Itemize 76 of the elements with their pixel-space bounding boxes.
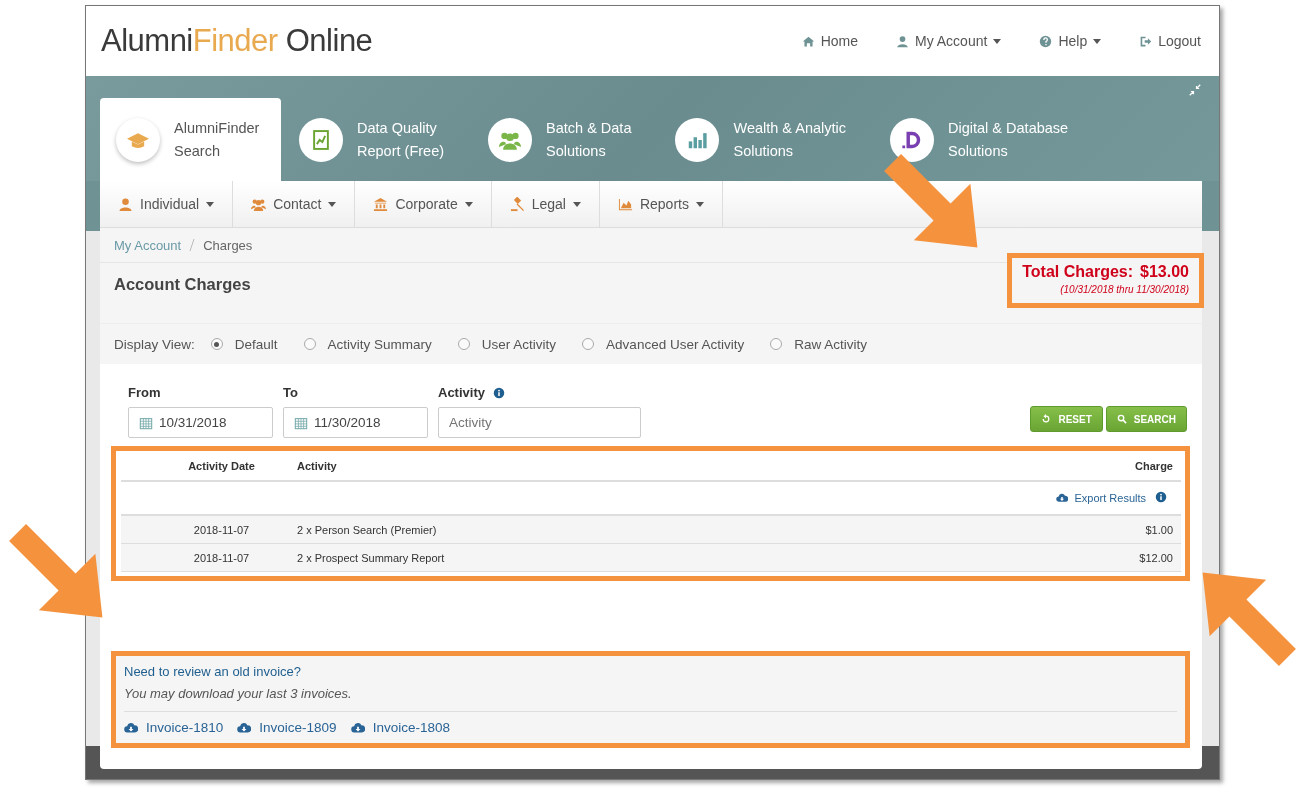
cloud-download-icon [237,720,252,735]
invoice-link[interactable]: Invoice-1810 [124,720,224,735]
radio-label[interactable]: Raw Activity [794,336,867,352]
date-range: (10/31/2018 thru 11/30/2018) [1060,284,1189,295]
reset-icon [1041,414,1052,424]
table-cell-text: 2 x Prospect Summary Report [297,551,446,564]
product-tab[interactable]: AlumniFinder Search [100,98,281,181]
cloud-download-icon [350,720,365,735]
caret-icon [572,201,581,207]
help-icon [1039,34,1053,48]
calendar-icon [139,415,153,430]
area-chart-icon [617,196,633,212]
table-cell-text: 2018-11-07 [192,523,251,536]
field-label: Activity [438,385,485,400]
caret-icon [464,201,473,207]
logo[interactable]: AlumniFinder Online [101,23,373,59]
table-cell-text: $1.00 [1144,523,1174,536]
table-cell-text: 2018-11-07 [192,551,251,564]
nav-link[interactable]: My Account [896,33,1002,49]
radio-button[interactable] [303,338,316,350]
invoice-link[interactable]: Invoice-1808 [350,720,450,735]
invoice-note: You may download your last 3 invoices. [124,686,1177,712]
product-tab[interactable]: Wealth & Analytic Solutions [659,98,873,181]
nav-link[interactable]: Logout [1139,33,1201,49]
radio-label[interactable]: Advanced User Activity [606,336,745,352]
nav-link[interactable]: Home [801,33,858,49]
total-label: Total Charges: [1022,263,1134,281]
calendar-icon [294,415,308,430]
column-header: Activity [297,460,338,472]
date-field[interactable]: 11/30/2018 [283,407,428,438]
menu-tab[interactable]: Reports [599,181,723,227]
export-link[interactable]: Export Results [1056,492,1146,504]
cloud-download-icon [124,720,138,735]
radio-label[interactable]: Default [234,336,278,352]
nav-link[interactable]: Help [1039,33,1102,49]
user-icon [896,34,909,48]
info-icon [492,386,505,399]
product-tab[interactable]: Batch & Data Solutions [472,98,658,181]
bank-icon [373,196,389,212]
invoice-link[interactable]: Invoice-1809 [237,720,337,735]
column-header: Activity Date [187,460,256,472]
display-view-label: Display View: [114,336,195,352]
menu-tab[interactable]: Individual [100,181,234,227]
activity-field[interactable]: Activity [438,407,641,438]
logout-icon [1139,34,1153,48]
gavel-icon [509,196,525,212]
caret-icon [206,201,215,207]
radio-button[interactable] [210,338,223,350]
date-field[interactable]: 10/31/2018 [128,407,273,438]
menu-tab[interactable]: Corporate [355,181,492,227]
radio-label[interactable]: Activity Summary [327,336,432,352]
page-title: Account Charges [114,275,251,294]
cloud-download-icon [1056,492,1069,504]
caret-icon [695,201,704,207]
table-cell-text: $12.00 [1138,551,1174,564]
total-amount: $13.00 [1140,263,1189,281]
menu-tab[interactable]: Contact [233,181,356,227]
menu-tab[interactable]: Legal [491,181,600,227]
invoice-heading: Need to review an old invoice? [124,664,303,679]
field-label: From [128,385,162,400]
breadcrumb-separator [189,239,196,251]
radio-button[interactable] [770,338,783,350]
radio-button[interactable] [457,338,470,350]
column-header: Charge [1134,460,1174,472]
home-icon [801,34,815,48]
caret-icon [328,201,337,207]
breadcrumb-current: Charges [203,237,253,253]
user-icon [118,196,133,212]
collapse-icon [1189,84,1201,96]
radio-label[interactable]: User Activity [481,336,557,352]
info-icon [1155,491,1167,503]
search-icon [1116,414,1127,424]
table-cell-text: 2 x Person Search (Premier) [297,523,438,536]
field-label: To [283,385,299,400]
radio-button[interactable] [582,338,595,350]
document-chart-icon [310,128,332,151]
